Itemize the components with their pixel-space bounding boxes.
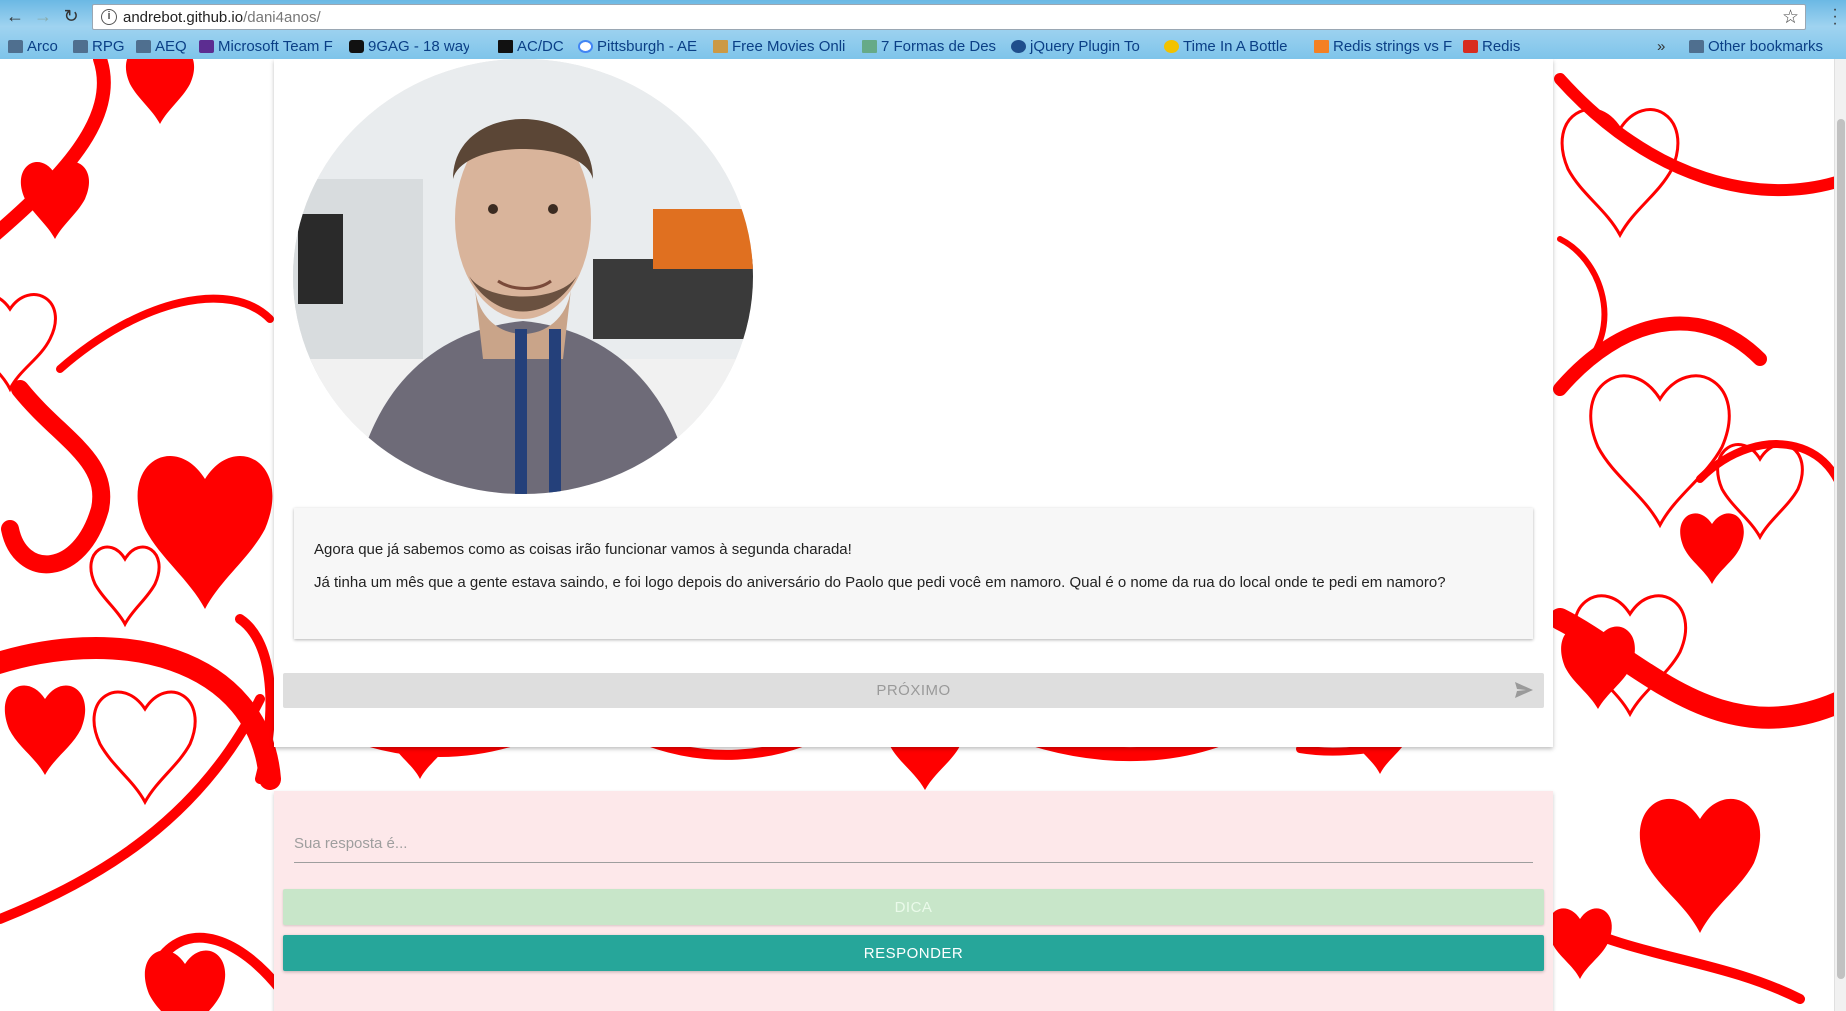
page-icon	[862, 39, 877, 53]
answer-button[interactable]: RESPONDER	[283, 935, 1544, 971]
bookmark-label: AC/DC	[517, 37, 564, 55]
google-icon	[578, 39, 593, 53]
bookmark-free-movies[interactable]: Free Movies Onli	[713, 37, 851, 55]
riddle-text-box: Agora que já sabemos como as coisas irão…	[294, 508, 1533, 639]
menu-icon[interactable]: · · ·	[1828, 2, 1842, 32]
bookmark-pittsburgh[interactable]: Pittsburgh - AE	[578, 37, 702, 55]
folder-icon	[136, 39, 151, 53]
bookmark-rpg[interactable]: RPG	[73, 37, 127, 55]
redis-icon	[1463, 39, 1478, 53]
folder-icon	[8, 39, 23, 53]
answer-card: DICA RESPONDER	[274, 791, 1553, 1011]
bookmarks-bar: Arco RPG AEQ Microsoft Team F 9GAG - 18 …	[0, 33, 1846, 59]
profile-photo-image	[293, 59, 753, 494]
url-text[interactable]: andrebot.github.io/dani4anos/	[123, 9, 321, 26]
bookmark-label: AEQ	[155, 37, 187, 55]
bookmark-label: RPG	[92, 37, 125, 55]
visual-studio-icon	[199, 39, 214, 53]
answer-input[interactable]	[294, 825, 1533, 863]
bookmark-redis-strings[interactable]: Redis strings vs F	[1314, 37, 1452, 55]
browser-chrome: ← → ↻ i andrebot.github.io/dani4anos/ ☆ …	[0, 0, 1846, 59]
send-icon	[1515, 682, 1533, 698]
bookmark-label: Pittsburgh - AE	[597, 37, 698, 55]
url-host: andrebot.github.io	[123, 9, 244, 26]
address-row: ← → ↻ i andrebot.github.io/dani4anos/ ☆ …	[0, 0, 1846, 33]
next-button-label: PRÓXIMO	[876, 682, 951, 699]
profile-photo	[293, 59, 753, 494]
bookmark-label: 7 Formas de Des	[881, 37, 997, 55]
star-icon[interactable]: ☆	[1782, 6, 1799, 29]
folder-icon	[1689, 39, 1704, 53]
bookmark-label: Microsoft Team F	[218, 37, 333, 55]
other-bookmarks-label: Other bookmarks	[1708, 37, 1824, 55]
riddle-question: Já tinha um mês que a gente estava saind…	[314, 574, 1446, 591]
other-bookmarks[interactable]: Other bookmarks	[1689, 37, 1831, 55]
forward-icon[interactable]: →	[32, 5, 54, 27]
shield-icon	[1164, 39, 1179, 53]
bookmark-label: Redis	[1482, 37, 1521, 55]
folder-icon	[73, 39, 88, 53]
bookmark-microsoft-team[interactable]: Microsoft Team F	[199, 37, 335, 55]
movie-icon	[713, 39, 728, 53]
jquery-icon	[1011, 39, 1026, 53]
riddle-card: Agora que já sabemos como as coisas irão…	[274, 59, 1553, 747]
next-button[interactable]: PRÓXIMO	[283, 673, 1544, 708]
bookmark-redis[interactable]: Redis	[1463, 37, 1525, 55]
bookmark-acdc[interactable]: AC/DC	[498, 37, 570, 55]
bookmark-time-in-a-bottle[interactable]: Time In A Bottle	[1164, 37, 1294, 55]
bookmarks-overflow-chevron[interactable]: »	[1657, 38, 1665, 55]
bookmark-label: Arco	[27, 37, 58, 55]
hint-button-label: DICA	[894, 898, 933, 916]
stackoverflow-icon	[1314, 39, 1329, 53]
page-scrollbar[interactable]	[1834, 59, 1846, 1011]
9gag-icon	[349, 39, 364, 53]
bookmark-7-formas[interactable]: 7 Formas de Des	[862, 37, 1000, 55]
hint-button[interactable]: DICA	[283, 889, 1544, 925]
bookmark-label: Time In A Bottle	[1183, 37, 1288, 55]
url-path: /dani4anos/	[243, 9, 321, 26]
answer-button-label: RESPONDER	[863, 944, 964, 962]
bookmark-aeq[interactable]: AEQ	[136, 37, 192, 55]
scrollbar-thumb[interactable]	[1837, 119, 1845, 979]
bookmark-9gag[interactable]: 9GAG - 18 ways	[349, 37, 469, 55]
bookmark-label: 9GAG - 18 ways	[368, 37, 469, 55]
bookmark-label: jQuery Plugin To	[1030, 37, 1140, 55]
reload-icon[interactable]: ↻	[60, 5, 82, 27]
bookmark-label: Free Movies Onli	[732, 37, 846, 55]
back-icon[interactable]: ←	[4, 5, 26, 27]
bookmark-jquery-plugin[interactable]: jQuery Plugin To	[1011, 37, 1149, 55]
page-viewport: Agora que já sabemos como as coisas irão…	[0, 59, 1834, 1011]
riddle-intro: Agora que já sabemos como as coisas irão…	[314, 541, 852, 558]
info-icon[interactable]: i	[101, 9, 117, 25]
bookmark-arco[interactable]: Arco	[8, 37, 64, 55]
bookmark-label: Redis strings vs F	[1333, 37, 1452, 55]
address-bar[interactable]: i andrebot.github.io/dani4anos/ ☆	[92, 4, 1806, 30]
lightning-icon	[498, 39, 513, 53]
